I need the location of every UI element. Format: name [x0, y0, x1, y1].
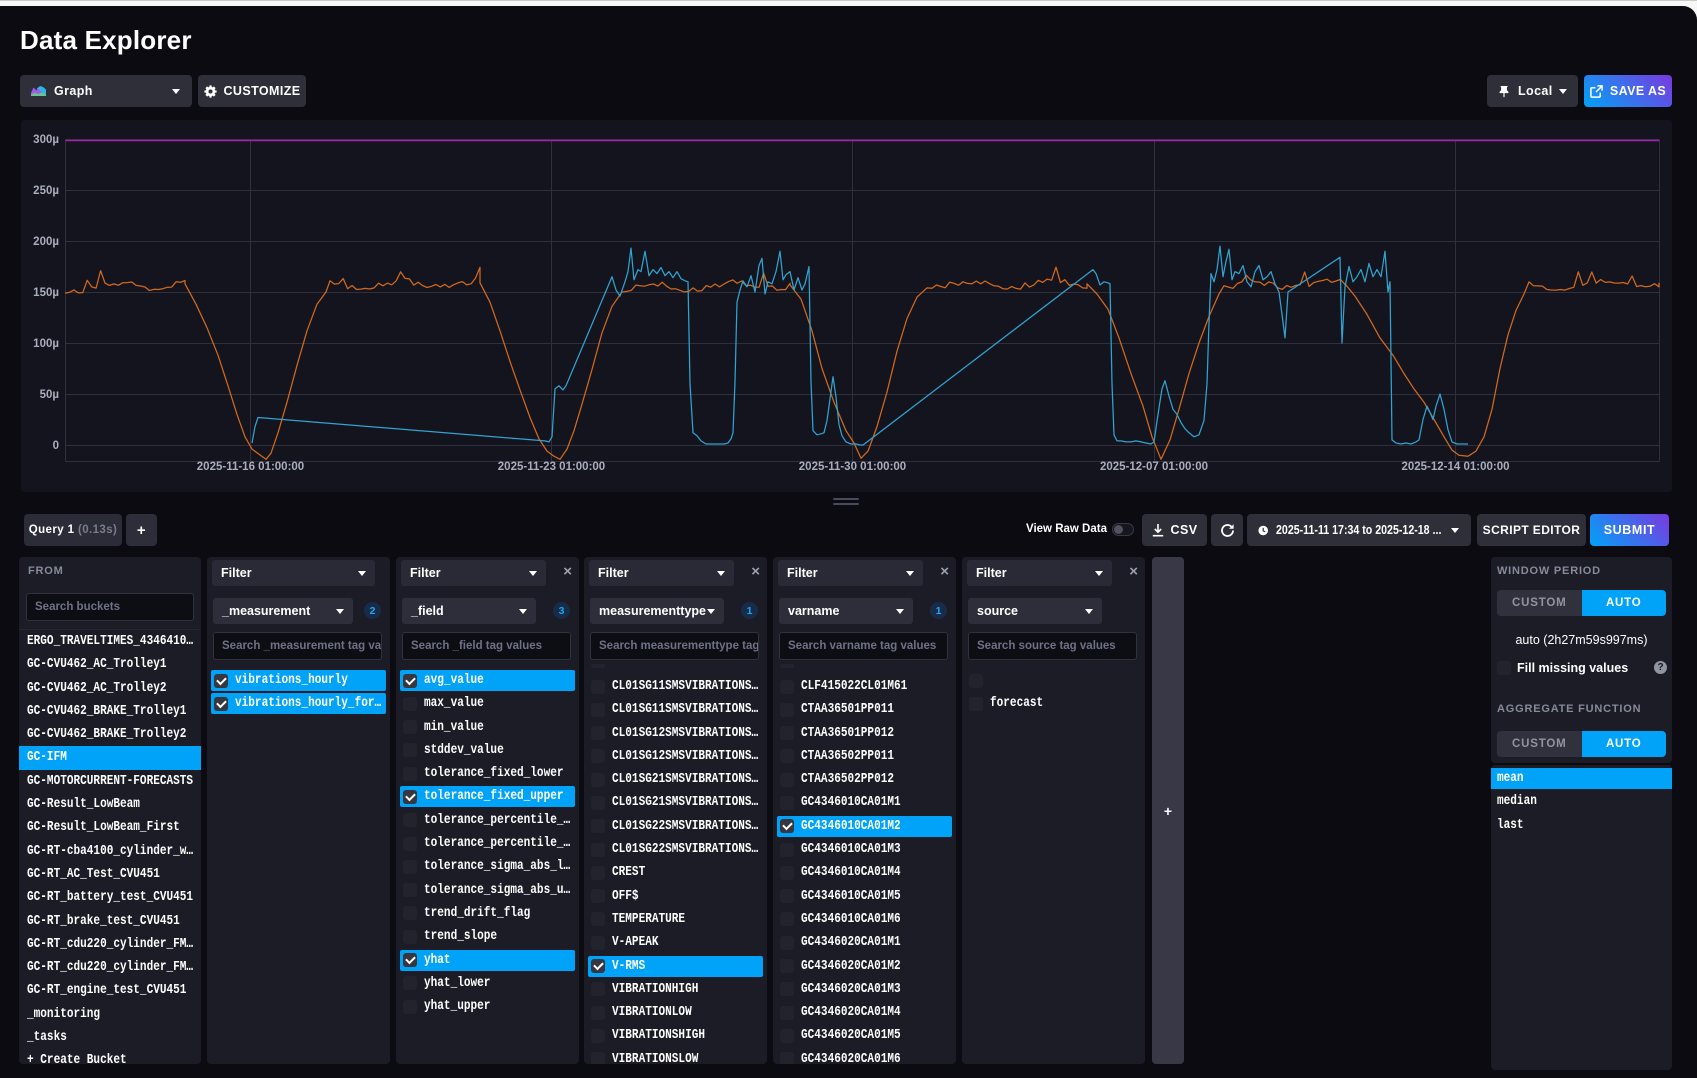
svg-text:100µ: 100µ: [33, 338, 59, 350]
svg-text:200µ: 200µ: [33, 236, 59, 248]
svg-text:300µ: 300µ: [33, 134, 59, 146]
svg-text:2025-11-23 01:00:00: 2025-11-23 01:00:00: [498, 461, 605, 473]
svg-text:2025-11-16 01:00:00: 2025-11-16 01:00:00: [197, 461, 304, 473]
svg-text:150µ: 150µ: [33, 287, 59, 299]
svg-text:50µ: 50µ: [40, 389, 59, 401]
svg-text:2025-12-07 01:00:00: 2025-12-07 01:00:00: [1100, 461, 1208, 473]
svg-text:2025-11-30 01:00:00: 2025-11-30 01:00:00: [799, 461, 906, 473]
svg-text:2025-12-14 01:00:00: 2025-12-14 01:00:00: [1401, 461, 1509, 473]
svg-text:0: 0: [53, 440, 59, 452]
svg-text:250µ: 250µ: [33, 185, 59, 197]
